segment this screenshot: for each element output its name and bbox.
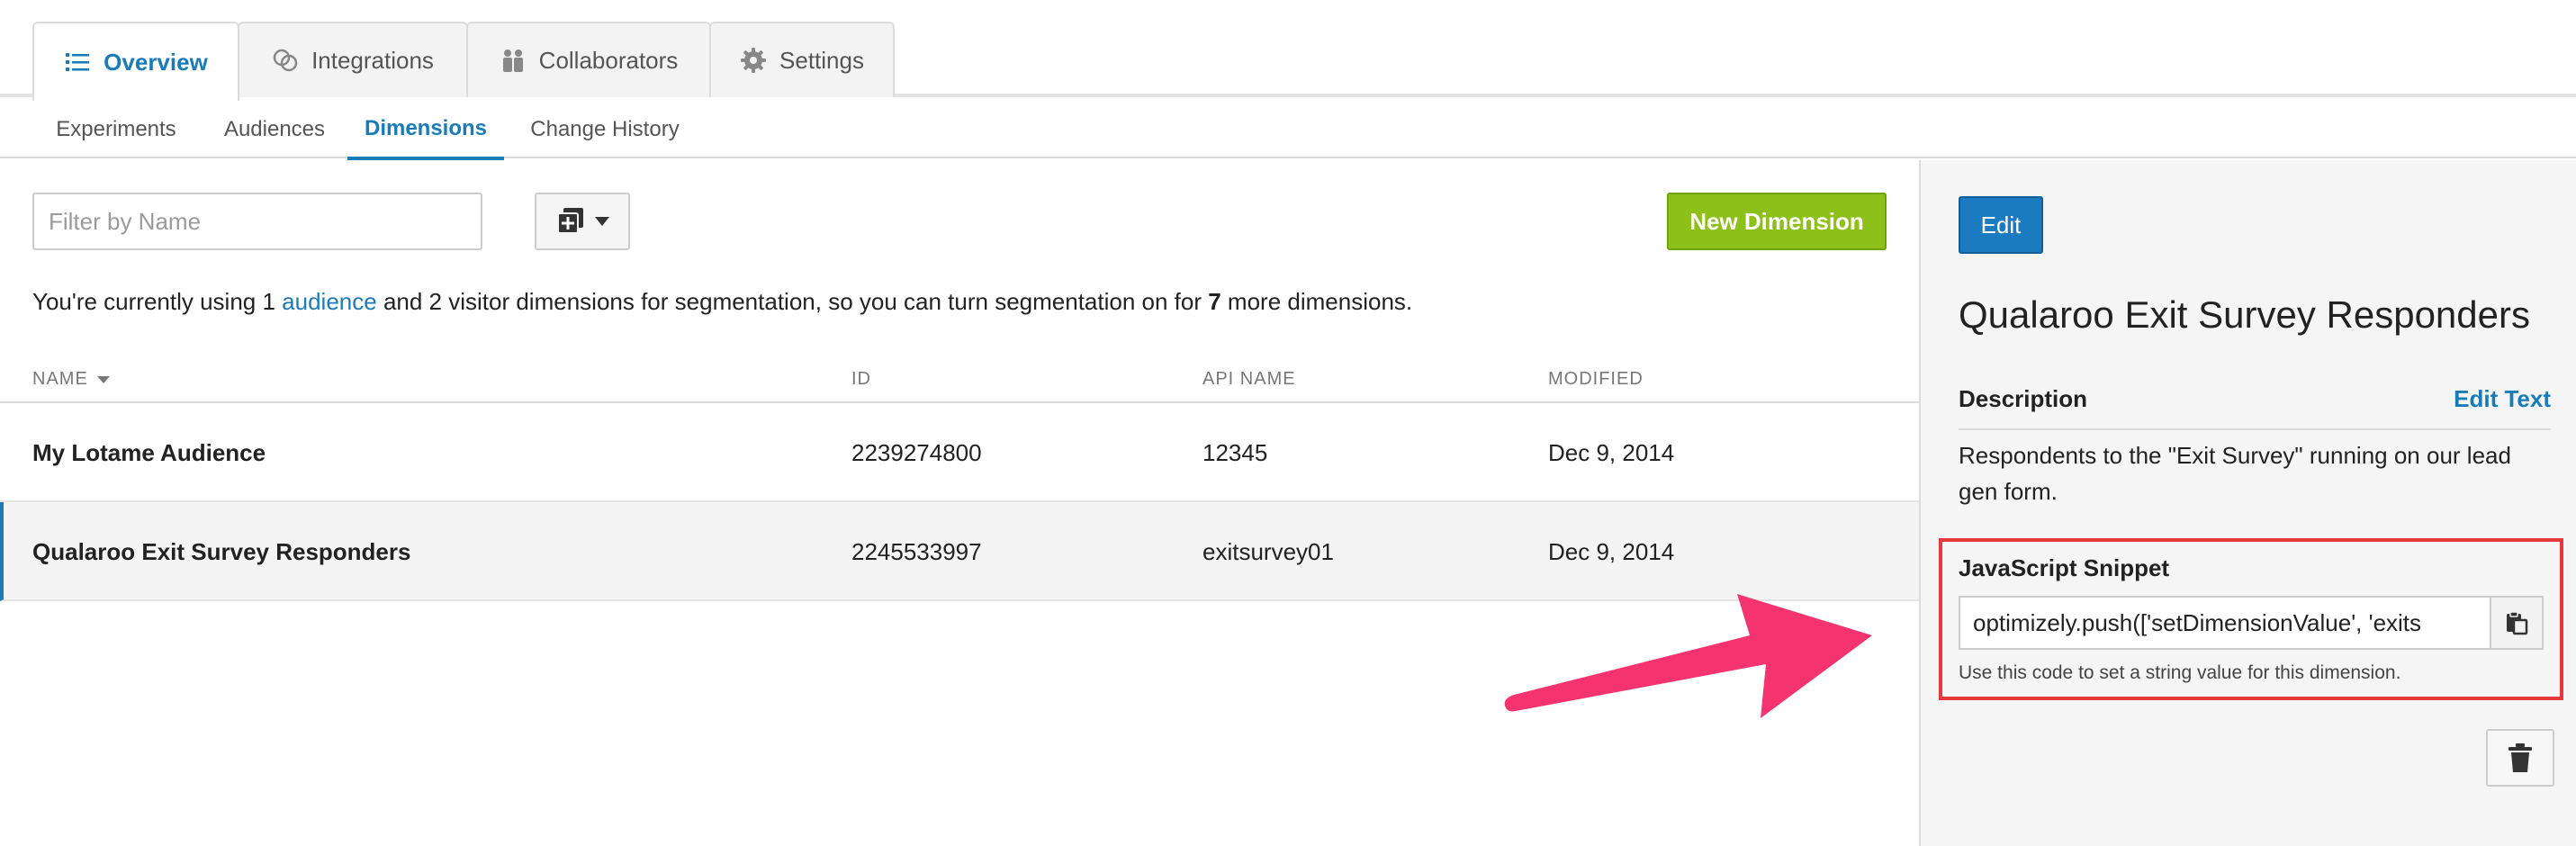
- description-text: Respondents to the "Exit Survey" running…: [1959, 442, 2511, 505]
- header-modified[interactable]: MODIFIED: [1548, 369, 1644, 390]
- subtab-audiences-label: Audiences: [223, 117, 326, 141]
- header-id-label: ID: [851, 369, 871, 389]
- copy-button[interactable]: [2490, 596, 2544, 650]
- collaborators-icon: [502, 50, 523, 72]
- description-header: Description Edit Text: [1959, 385, 2551, 430]
- sub-nav: Experiments Audiences Dimensions Change …: [0, 101, 2576, 160]
- segmentation-info: You're currently using 1 audience and 2 …: [32, 288, 1412, 316]
- delete-button[interactable]: [2486, 729, 2554, 787]
- snippet-input[interactable]: optimizely.push(['setDimensionValue', 'e…: [1959, 596, 2491, 650]
- detail-panel: Edit Qualaroo Exit Survey Responders Des…: [1919, 160, 2576, 846]
- info-middle: and 2 visitor dimensions for segmentatio…: [376, 288, 1209, 315]
- header-modified-label: MODIFIED: [1548, 369, 1644, 389]
- copy-plus-icon: [557, 208, 583, 234]
- row-api-name: 12345: [1202, 438, 1268, 466]
- bulk-actions-button[interactable]: [535, 193, 630, 250]
- new-dimension-label: New Dimension: [1689, 207, 1864, 235]
- snippet-value: optimizely.push(['setDimensionValue', 'e…: [1973, 609, 2422, 636]
- tab-settings-label: Settings: [779, 46, 864, 74]
- dimensions-table: NAME ID API NAME MODIFIED My Lotame Audi…: [0, 360, 1919, 601]
- snippet-label: JavaScript Snippet: [1959, 554, 2170, 581]
- new-dimension-button[interactable]: New Dimension: [1667, 193, 1887, 250]
- subtab-dimensions[interactable]: Dimensions: [347, 101, 504, 160]
- header-api-name-label: API NAME: [1202, 369, 1296, 389]
- description-label: Description: [1959, 385, 2088, 412]
- table-row[interactable]: My Lotame Audience 2239274800 12345 Dec …: [0, 403, 1919, 502]
- row-id: 2239274800: [851, 438, 982, 466]
- tab-integrations[interactable]: Integrations: [238, 22, 468, 97]
- top-nav: Overview Integrations Collaborators Sett…: [0, 0, 2576, 101]
- row-id: 2245533997: [851, 537, 982, 565]
- subtab-dimensions-label: Dimensions: [364, 116, 488, 140]
- sort-down-icon: [96, 375, 110, 383]
- list-icon: [66, 53, 90, 71]
- caret-down-icon: [595, 217, 609, 226]
- tab-collaborators[interactable]: Collaborators: [466, 22, 711, 97]
- edit-button-label: Edit: [1980, 211, 2022, 238]
- subtab-audiences[interactable]: Audiences: [207, 101, 342, 158]
- tab-overview[interactable]: Overview: [32, 22, 239, 101]
- dimension-title: Qualaroo Exit Survey Responders: [1959, 293, 2530, 336]
- subtab-change-history[interactable]: Change History: [509, 101, 700, 158]
- integrations-icon: [273, 49, 298, 72]
- tab-collaborators-label: Collaborators: [538, 46, 679, 74]
- filter-input[interactable]: [32, 193, 482, 250]
- tab-integrations-label: Integrations: [311, 46, 434, 74]
- info-prefix: You're currently using 1: [32, 288, 283, 315]
- header-name[interactable]: NAME: [32, 369, 110, 390]
- table-row-selected[interactable]: Qualaroo Exit Survey Responders 22455339…: [0, 502, 1919, 601]
- edit-button[interactable]: Edit: [1959, 196, 2043, 254]
- tab-settings[interactable]: Settings: [709, 22, 895, 97]
- header-id[interactable]: ID: [851, 369, 871, 390]
- subtab-experiments-label: Experiments: [56, 117, 176, 141]
- subtab-experiments[interactable]: Experiments: [32, 101, 200, 158]
- snippet-highlight-box: JavaScript Snippet optimizely.push(['set…: [1939, 538, 2563, 700]
- audience-link[interactable]: audience: [282, 288, 377, 315]
- edit-text-link[interactable]: Edit Text: [2454, 385, 2551, 413]
- row-modified: Dec 9, 2014: [1548, 537, 1675, 565]
- row-name: My Lotame Audience: [32, 438, 266, 466]
- row-name: Qualaroo Exit Survey Responders: [32, 537, 411, 565]
- header-api-name[interactable]: API NAME: [1202, 369, 1296, 390]
- annotation-arrow-icon: [1504, 594, 1872, 718]
- tab-overview-label: Overview: [104, 48, 208, 76]
- trash-icon: [2508, 743, 2532, 772]
- gear-icon: [741, 48, 767, 73]
- row-api-name: exitsurvey01: [1202, 537, 1334, 565]
- info-suffix: more dimensions.: [1220, 288, 1413, 315]
- header-name-label: NAME: [32, 369, 88, 389]
- table-header: NAME ID API NAME MODIFIED: [0, 360, 1919, 403]
- subtab-change-history-label: Change History: [530, 117, 680, 141]
- clipboard-icon: [2507, 611, 2528, 635]
- row-modified: Dec 9, 2014: [1548, 438, 1675, 466]
- snippet-help-text: Use this code to set a string value for …: [1959, 662, 2401, 683]
- info-count: 7: [1208, 288, 1221, 315]
